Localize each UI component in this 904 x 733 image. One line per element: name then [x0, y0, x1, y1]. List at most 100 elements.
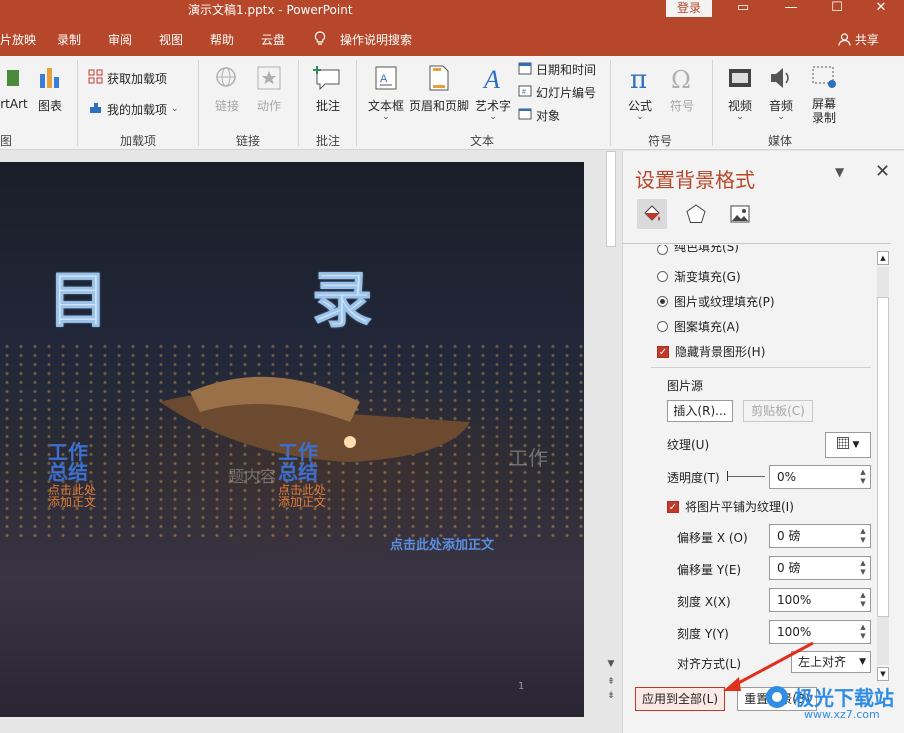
spin-down-icon[interactable]: ▼ — [858, 600, 868, 609]
radio-pattern[interactable] — [657, 321, 668, 332]
tab-cloud[interactable]: 云盘 — [261, 31, 285, 48]
audio-button[interactable]: 音频 ⌄ — [764, 64, 798, 122]
spin-up-icon[interactable]: ▲ — [858, 623, 868, 632]
equation-button[interactable]: π 公式 ⌄ — [624, 64, 656, 122]
ribbon-separator — [198, 60, 199, 146]
symbol-button[interactable]: Ω 符号 — [666, 64, 698, 114]
solid-fill-option[interactable]: 纯色填充(S) — [657, 245, 739, 255]
pane-scrollbar[interactable]: ▲ ▼ — [875, 251, 891, 681]
tab-view[interactable]: 视图 — [159, 31, 183, 48]
scroll-thumb[interactable] — [877, 297, 889, 617]
spin-down-icon[interactable]: ▼ — [858, 632, 868, 641]
watermark-url: www.xz7.com — [804, 708, 880, 721]
spin-up-icon[interactable]: ▲ — [858, 559, 868, 568]
transparency-label: 透明度(T) — [667, 471, 720, 485]
section-title-1[interactable]: 工作总结 — [48, 442, 92, 482]
fill-bucket-icon[interactable] — [637, 199, 667, 229]
spin-up-icon[interactable]: ▲ — [858, 468, 868, 477]
maximize-icon[interactable]: ☐ — [822, 0, 852, 18]
slide-title-right[interactable]: 录 — [312, 252, 374, 339]
my-addins-button[interactable]: 我的加载项 ⌄ — [88, 100, 179, 118]
picture-fill-option[interactable]: 图片或纹理填充(P) — [657, 293, 775, 310]
date-time-button[interactable]: 日期和时间 — [518, 61, 596, 78]
textbox-button[interactable]: A 文本框 ⌄ — [366, 64, 406, 122]
ribbon-display-icon[interactable]: ▭ — [728, 0, 758, 18]
gradient-fill-option[interactable]: 渐变填充(G) — [657, 268, 741, 285]
scroll-down-icon[interactable]: ▼ — [604, 659, 618, 669]
pi-icon: π — [624, 64, 656, 95]
section-sub-1b[interactable]: 添加正文 — [48, 496, 96, 509]
chevron-down-icon: ⌄ — [171, 104, 179, 114]
tab-help[interactable]: 帮助 — [210, 31, 234, 48]
transparency-input[interactable]: 0% ▲ ▼ — [769, 465, 871, 489]
smartart-button[interactable]: rtArt — [0, 64, 28, 111]
scroll-up-icon[interactable]: ▲ — [877, 251, 889, 265]
film-icon — [724, 64, 756, 95]
spin-down-icon[interactable]: ▼ — [858, 568, 868, 577]
slide-number-button[interactable]: # 幻灯片编号 — [518, 84, 596, 101]
header-footer-button[interactable]: 页眉和页脚 — [408, 64, 470, 114]
svg-text:A: A — [380, 73, 388, 85]
comment-button[interactable]: 批注 — [311, 64, 345, 114]
get-addins-button[interactable]: 获取加载项 — [88, 69, 167, 87]
action-button[interactable]: 动作 — [254, 64, 284, 114]
login-button[interactable]: 登录 — [666, 0, 712, 17]
slider-handle[interactable] — [727, 471, 728, 481]
spin-down-icon[interactable]: ▼ — [858, 477, 868, 486]
checkbox-tile[interactable]: ✓ — [667, 500, 679, 513]
section-sub-2b[interactable]: 添加正文 — [278, 496, 326, 509]
close-icon[interactable]: ✕ — [866, 0, 896, 18]
scrollbar-thumb[interactable] — [606, 151, 616, 247]
tab-slideshow[interactable]: 片放映 — [0, 31, 36, 48]
spin-up-icon[interactable]: ▲ — [858, 527, 868, 536]
slide-canvas[interactable]: 目 录 工作总结 点击此处 添加正文 工作总结 点击此处 添加正文 题内容 工作… — [0, 162, 584, 717]
scale-x-input[interactable]: 100% ▲ ▼ — [769, 588, 871, 612]
group-comments: 批注 — [316, 134, 341, 148]
user-icon — [838, 33, 851, 49]
radio-solid[interactable] — [657, 245, 668, 255]
prev-slide-icon[interactable]: ⇞ — [604, 677, 618, 687]
pane-category-tabs — [637, 199, 755, 229]
radio-picture[interactable] — [657, 296, 668, 307]
slide-editor: 目 录 工作总结 点击此处 添加正文 工作总结 点击此处 添加正文 题内容 工作… — [0, 151, 622, 733]
next-slide-icon[interactable]: ⇟ — [604, 691, 618, 701]
svg-text:#: # — [522, 89, 526, 96]
pane-options-dropdown[interactable]: ▼ — [835, 165, 844, 179]
radio-gradient[interactable] — [657, 271, 668, 282]
tab-review[interactable]: 审阅 — [108, 31, 132, 48]
pane-title: 设置背景格式 — [635, 168, 755, 192]
spin-down-icon[interactable]: ▼ — [858, 536, 868, 545]
hide-background-graphics[interactable]: ✓ 隐藏背景图形(H) — [657, 343, 765, 360]
pattern-fill-option[interactable]: 图案填充(A) — [657, 318, 740, 335]
spin-up-icon[interactable]: ▲ — [858, 591, 868, 600]
chart-button[interactable]: 图表 — [34, 64, 66, 114]
tab-record[interactable]: 录制 — [57, 31, 81, 48]
minimize-icon[interactable]: — — [776, 0, 806, 18]
offset-y-input[interactable]: 0 磅 ▲ ▼ — [769, 556, 871, 580]
clipboard-button[interactable]: 剪贴板(C) — [743, 400, 813, 422]
offset-x-input[interactable]: 0 磅 ▲ ▼ — [769, 524, 871, 548]
apply-to-all-button[interactable]: 应用到全部(L) — [635, 687, 725, 711]
slide-scrollbar[interactable]: ▼ ⇞ ⇟ — [604, 151, 618, 711]
share-button[interactable]: 共享 — [838, 31, 879, 49]
tell-me-search[interactable]: 操作说明搜索 — [340, 31, 412, 48]
pane-close-icon[interactable]: ✕ — [875, 161, 890, 182]
texture-picker[interactable]: ▼ — [825, 432, 871, 458]
chevron-down-icon: ▼ — [859, 657, 866, 667]
body-placeholder[interactable]: 点击此处添加正文 — [390, 534, 494, 553]
video-button[interactable]: 视频 ⌄ — [724, 64, 756, 122]
transparency-slider[interactable] — [727, 471, 765, 481]
pane-divider — [623, 243, 891, 244]
screen-record-button[interactable]: 屏幕录制 — [806, 64, 842, 125]
tile-as-texture[interactable]: ✓ 将图片平铺为纹理(I) — [667, 498, 794, 515]
effects-pentagon-icon[interactable] — [681, 199, 711, 229]
insert-button[interactable]: 插入(R)... — [667, 400, 733, 422]
picture-icon[interactable] — [725, 199, 755, 229]
checkbox-hide-bg[interactable]: ✓ — [657, 345, 669, 358]
screen-record-icon — [806, 64, 842, 95]
section-title-2[interactable]: 工作总结 — [278, 442, 322, 482]
object-button[interactable]: 对象 — [518, 107, 560, 124]
slide-title-left[interactable]: 目 — [48, 252, 110, 339]
link-button[interactable]: 链接 — [212, 64, 242, 114]
wordart-button[interactable]: A 艺术字 ⌄ — [474, 64, 512, 122]
